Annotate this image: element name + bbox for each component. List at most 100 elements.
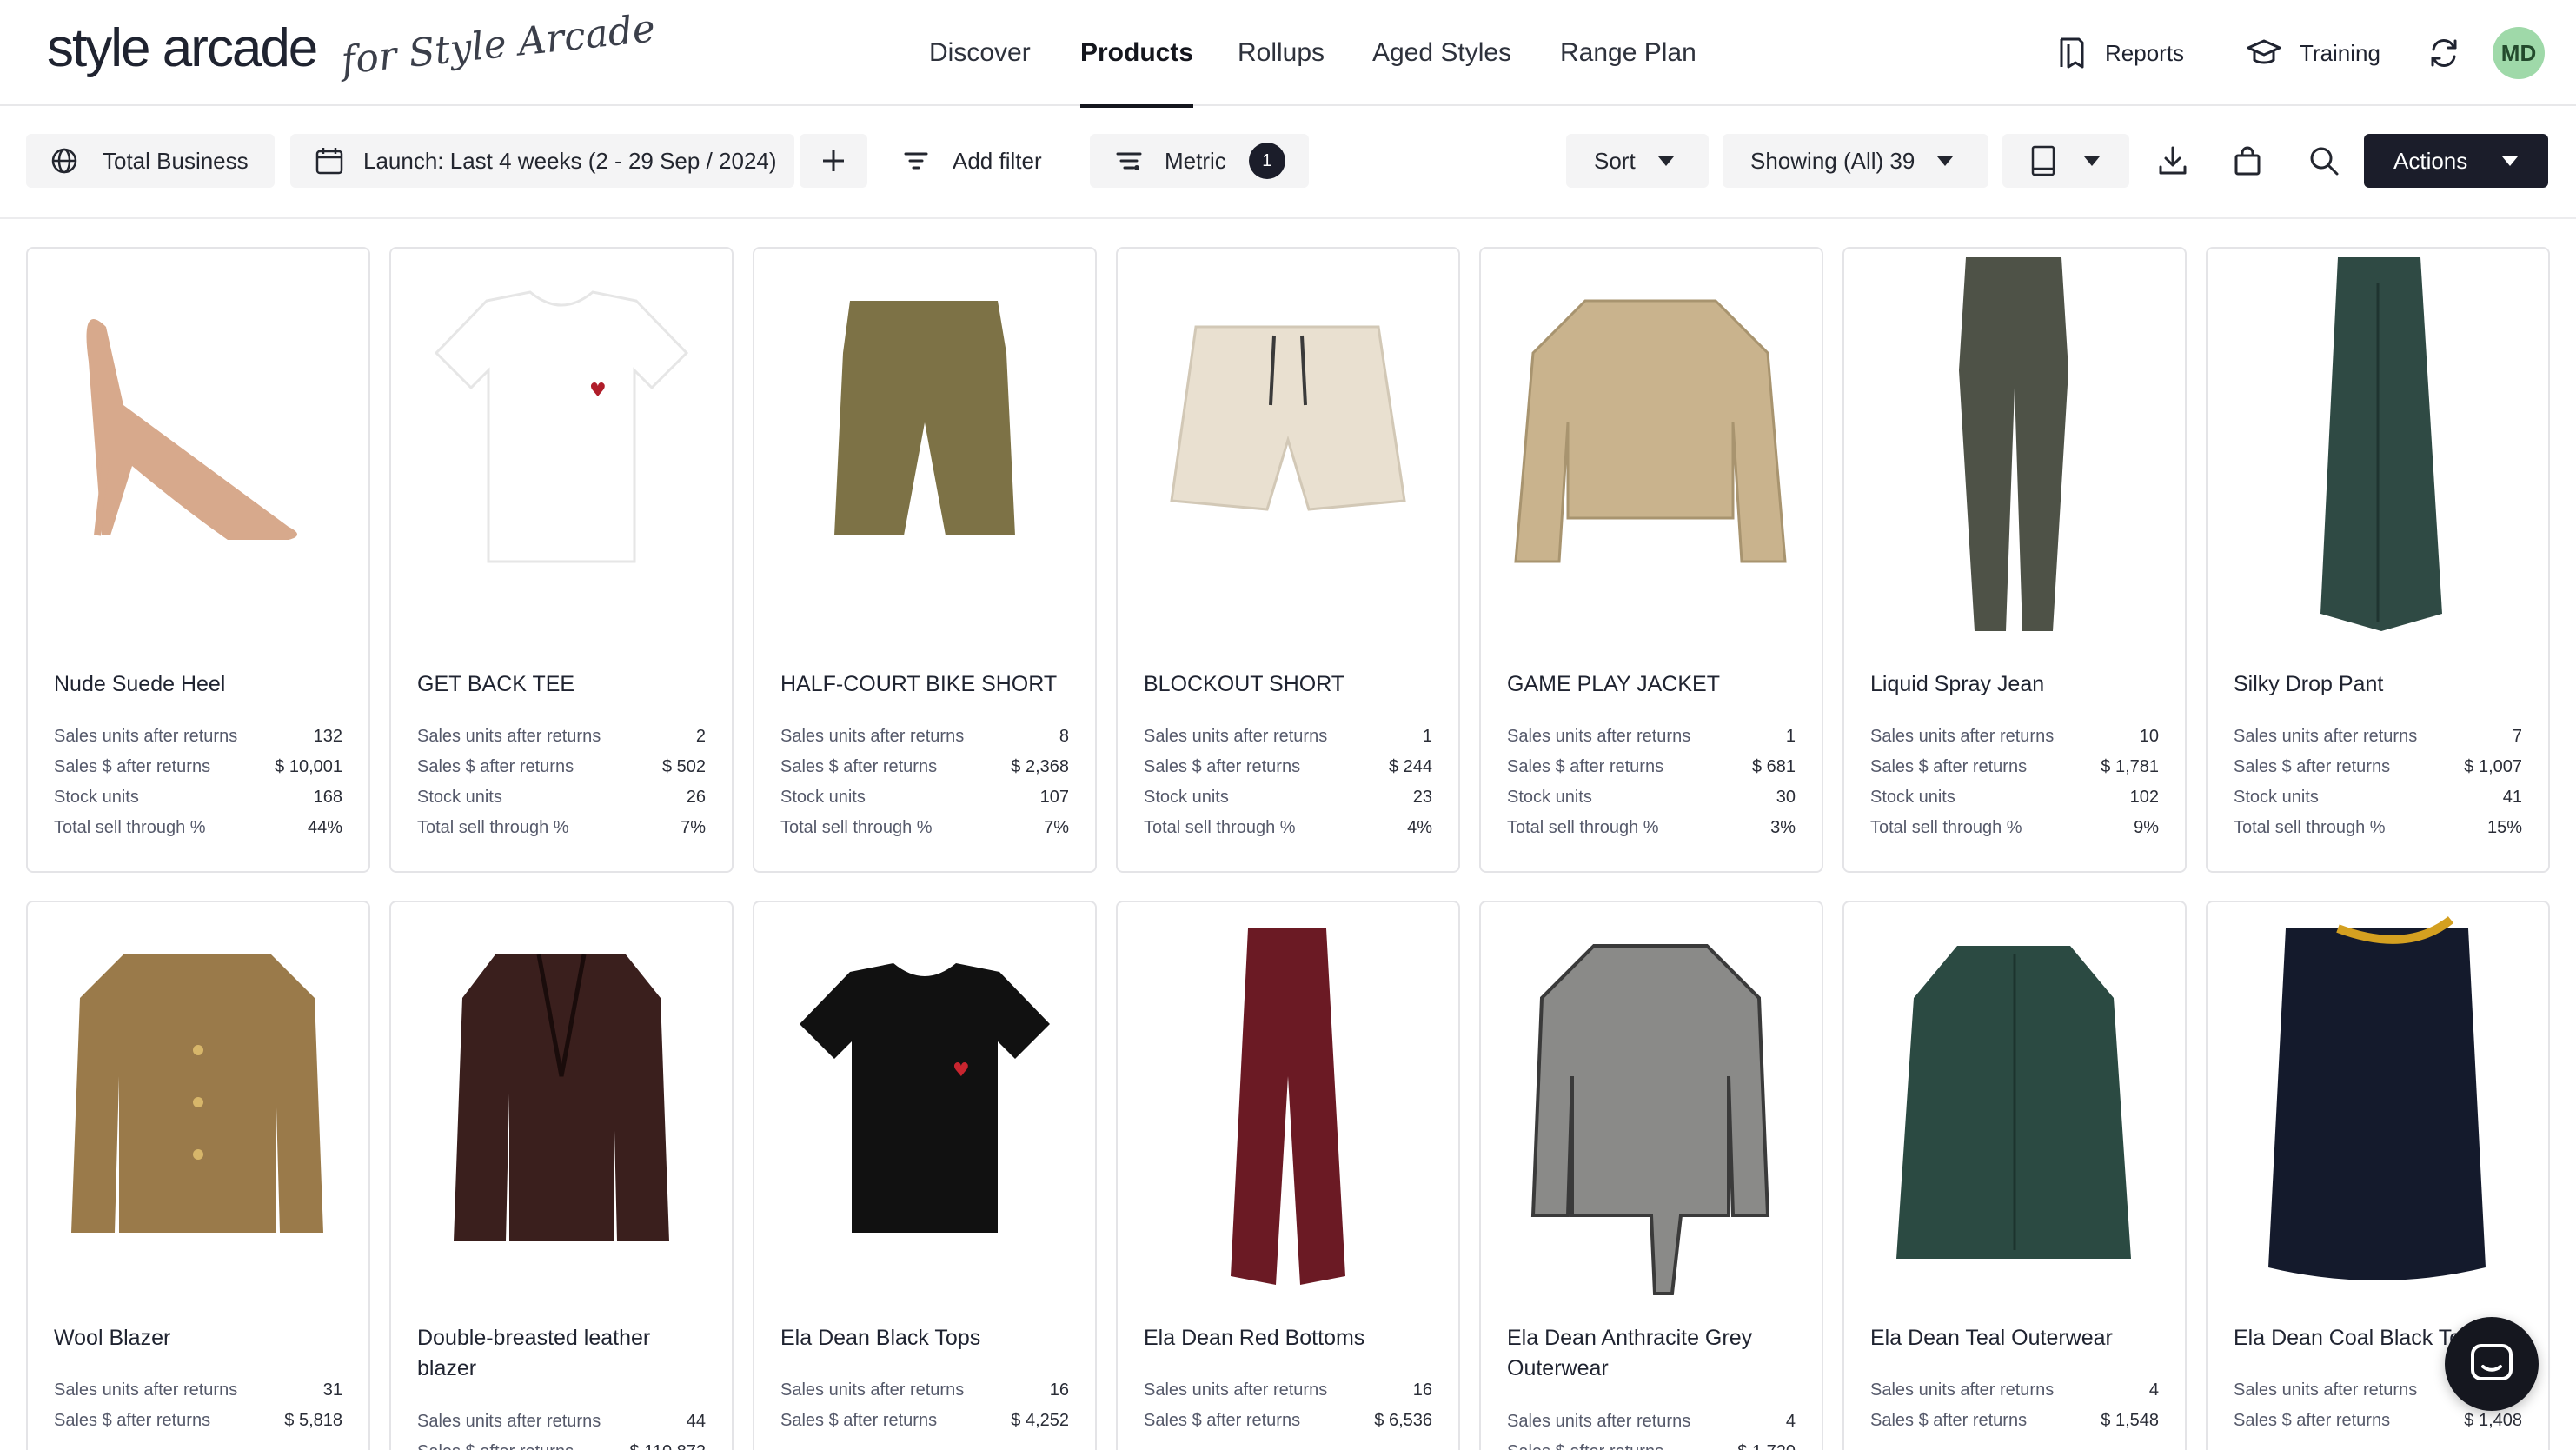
product-card[interactable]: Wool Blazer Sales units after returns 31 Sa…	[26, 901, 370, 1450]
metric-value: $ 2,368	[1011, 757, 1069, 776]
product-image[interactable]	[1844, 249, 2185, 649]
product-image-jacket	[1514, 299, 1787, 563]
metric-value: $ 244	[1388, 757, 1432, 776]
metric-row: Sales $ after returns $ 681	[1507, 752, 1796, 782]
user-avatar[interactable]: MD	[2493, 27, 2545, 79]
product-image[interactable]	[754, 249, 1095, 649]
product-metrics: Sales units after returns 4 Sales $ after …	[1507, 1407, 1796, 1450]
product-name[interactable]: Silky Drop Pant	[2234, 669, 2527, 700]
metric-label: Sales units after returns	[1144, 727, 1328, 746]
product-image[interactable]: ♥	[391, 249, 732, 649]
metric-selector[interactable]: Metric 1	[1090, 134, 1309, 188]
metric-row: Sales $ after returns $ 1,007	[2234, 752, 2522, 782]
product-name[interactable]: Ela Dean Teal Outerwear	[1870, 1323, 2164, 1354]
nav-discover[interactable]: Discover	[929, 0, 1031, 106]
product-image-short	[1170, 325, 1406, 511]
product-name[interactable]: HALF-COURT BIKE SHORT	[780, 669, 1074, 700]
product-name[interactable]: Ela Dean Black Tops	[780, 1323, 1074, 1354]
product-image[interactable]	[2208, 902, 2548, 1302]
bag-button[interactable]	[2228, 134, 2267, 188]
metric-row: Sales $ after returns $ 502	[417, 752, 706, 782]
metric-label: Stock units	[2234, 788, 2319, 807]
metric-row: Total sell through % 4%	[1144, 813, 1432, 843]
product-image[interactable]	[2208, 249, 2548, 649]
chevron-down-icon	[2502, 156, 2519, 166]
showing-label: Showing (All) 39	[1750, 147, 1915, 174]
nav-aged-styles[interactable]: Aged Styles	[1372, 0, 1511, 106]
product-image[interactable]	[1844, 902, 2185, 1302]
product-name[interactable]: GAME PLAY JACKET	[1507, 669, 1801, 700]
add-date-range-button[interactable]	[800, 134, 867, 188]
actions-dropdown[interactable]: Actions	[2364, 134, 2548, 188]
metric-row: Total sell through % 15%	[2234, 813, 2522, 843]
chat-support-button[interactable]	[2445, 1317, 2539, 1411]
scope-selector[interactable]: Total Business	[26, 134, 275, 188]
nav-range-plan[interactable]: Range Plan	[1560, 0, 1696, 106]
metric-row: Sales units after returns 132	[54, 722, 342, 752]
product-metrics: Sales units after returns 1 Sales $ after …	[1144, 722, 1432, 843]
product-card[interactable]: GAME PLAY JACKET Sales units after return…	[1479, 247, 1823, 873]
metric-value: $ 681	[1751, 757, 1796, 776]
view-mode-dropdown[interactable]	[2002, 134, 2129, 188]
metric-value: 16	[1412, 1380, 1432, 1400]
metric-row: Sales $ after returns $ 10,001	[54, 752, 342, 782]
date-range-selector[interactable]: Launch: Last 4 weeks (2 - 29 Sep / 2024)	[290, 134, 794, 188]
product-name[interactable]: Wool Blazer	[54, 1323, 348, 1354]
metric-label: Stock units	[780, 788, 866, 807]
product-image[interactable]	[391, 902, 732, 1302]
metric-value: 102	[2129, 788, 2159, 807]
product-image[interactable]	[1118, 249, 1458, 649]
product-card[interactable]: HALF-COURT BIKE SHORT Sales units after r…	[753, 247, 1097, 873]
sort-dropdown[interactable]: Sort	[1566, 134, 1709, 188]
product-name[interactable]: Ela Dean Anthracite Grey Outerwear	[1507, 1323, 1801, 1384]
product-card[interactable]: Double-breasted leather blazer Sales unit…	[389, 901, 734, 1450]
product-card[interactable]: ♥ GET BACK TEE Sales units after returns 2 S…	[389, 247, 734, 873]
metric-row: Sales $ after returns $ 5,818	[54, 1406, 342, 1436]
add-filter-button[interactable]: Add filter	[904, 134, 1078, 188]
product-name[interactable]: Nude Suede Heel	[54, 669, 348, 700]
product-metrics: Sales units after returns 31 Sales $ after…	[54, 1375, 342, 1436]
product-card[interactable]: Ela Dean Red Bottoms Sales units after re…	[1116, 901, 1460, 1450]
metric-label: Sales units after returns	[780, 727, 965, 746]
product-image[interactable]	[1118, 902, 1458, 1302]
metric-filter-icon	[1116, 152, 1142, 170]
reports-button[interactable]: Reports	[2056, 0, 2184, 106]
metric-row: Stock units 102	[1870, 782, 2159, 813]
metric-label: Stock units	[1870, 788, 1955, 807]
metric-label: Sales $ after returns	[1870, 757, 2028, 776]
metric-value: 26	[686, 788, 706, 807]
sync-button[interactable]	[2427, 0, 2461, 106]
product-image[interactable]	[1481, 902, 1822, 1302]
product-image[interactable]	[28, 249, 368, 649]
product-card[interactable]: Liquid Spray Jean Sales units after retur…	[1842, 247, 2187, 873]
showing-dropdown[interactable]: Showing (All) 39	[1723, 134, 1988, 188]
product-card[interactable]: ♥ Ela Dean Black Tops Sales units after re…	[753, 901, 1097, 1450]
product-card[interactable]: Ela Dean Anthracite Grey Outerwear Sales …	[1479, 901, 1823, 1450]
brand-logo[interactable]: style arcade	[47, 17, 318, 79]
product-name[interactable]: BLOCKOUT SHORT	[1144, 669, 1437, 700]
product-card[interactable]: Silky Drop Pant Sales units after returns…	[2206, 247, 2550, 873]
nav-rollups[interactable]: Rollups	[1238, 0, 1325, 106]
metric-value: 1	[1785, 727, 1796, 746]
product-name[interactable]: Double-breasted leather blazer	[417, 1323, 711, 1384]
metric-value: 16	[1049, 1380, 1069, 1400]
metric-label: Sales units after returns	[1870, 1380, 2055, 1400]
metric-value: 44	[686, 1412, 706, 1431]
product-name[interactable]: Liquid Spray Jean	[1870, 669, 2164, 700]
product-card[interactable]: Nude Suede Heel Sales units after returns…	[26, 247, 370, 873]
chevron-down-icon	[1937, 156, 1954, 166]
training-button[interactable]: Training	[2246, 0, 2380, 106]
metric-label: Sales $ after returns	[1870, 1411, 2028, 1430]
metric-row: Stock units 168	[54, 782, 342, 813]
product-image[interactable]	[1481, 249, 1822, 649]
product-image[interactable]: ♥	[754, 902, 1095, 1302]
nav-products[interactable]: Products	[1080, 0, 1194, 108]
product-card[interactable]: Ela Dean Teal Outerwear Sales units after…	[1842, 901, 2187, 1450]
product-name[interactable]: GET BACK TEE	[417, 669, 711, 700]
search-button[interactable]	[2305, 134, 2343, 188]
download-button[interactable]	[2154, 134, 2192, 188]
product-image[interactable]	[28, 902, 368, 1302]
product-card[interactable]: BLOCKOUT SHORT Sales units after returns 1…	[1116, 247, 1460, 873]
product-name[interactable]: Ela Dean Red Bottoms	[1144, 1323, 1437, 1354]
metric-label: Total sell through %	[1507, 818, 1659, 837]
